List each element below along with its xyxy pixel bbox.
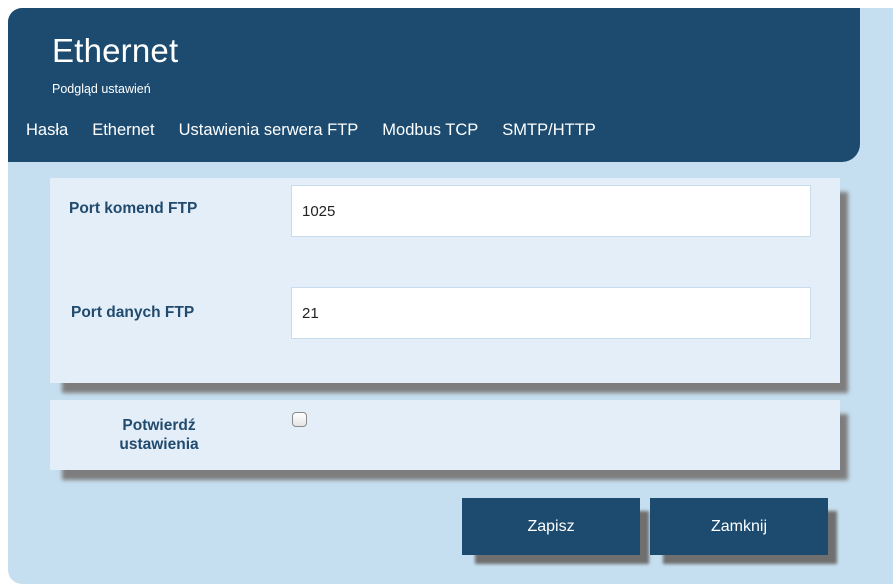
close-button[interactable]: Zamknij xyxy=(650,498,828,555)
confirm-label-line2: ustawienia xyxy=(119,436,199,453)
confirm-panel: Potwierdź ustawienia xyxy=(50,400,840,470)
ftp-command-port-label: Port komend FTP xyxy=(69,200,198,217)
ftp-data-port-input[interactable]: 21 xyxy=(291,287,811,339)
header: Ethernet Podgląd ustawień Hasła Ethernet… xyxy=(8,8,860,162)
ftp-ports-panel: Port komend FTP 1025 Port danych FTP 21 xyxy=(50,178,840,383)
nav-item-ftp-server[interactable]: Ustawienia serwera FTP xyxy=(179,121,359,140)
nav-item-hasla[interactable]: Hasła xyxy=(26,121,68,140)
settings-window: Ethernet Podgląd ustawień Hasła Ethernet… xyxy=(8,8,893,584)
nav-item-ethernet[interactable]: Ethernet xyxy=(92,121,154,140)
page-subtitle: Podgląd ustawień xyxy=(52,82,151,96)
page-title: Ethernet xyxy=(52,32,179,69)
save-button[interactable]: Zapisz xyxy=(462,498,640,555)
ftp-data-port-label: Port danych FTP xyxy=(71,304,195,321)
confirm-settings-checkbox[interactable] xyxy=(292,412,307,427)
nav-item-modbus-tcp[interactable]: Modbus TCP xyxy=(382,121,478,140)
nav-item-smtp-http[interactable]: SMTP/HTTP xyxy=(502,121,596,140)
confirm-settings-label: Potwierdź ustawienia xyxy=(99,416,219,454)
nav-menu: Hasła Ethernet Ustawienia serwera FTP Mo… xyxy=(8,116,596,144)
ftp-command-port-input[interactable]: 1025 xyxy=(291,185,811,237)
confirm-label-line1: Potwierdź xyxy=(122,417,196,434)
